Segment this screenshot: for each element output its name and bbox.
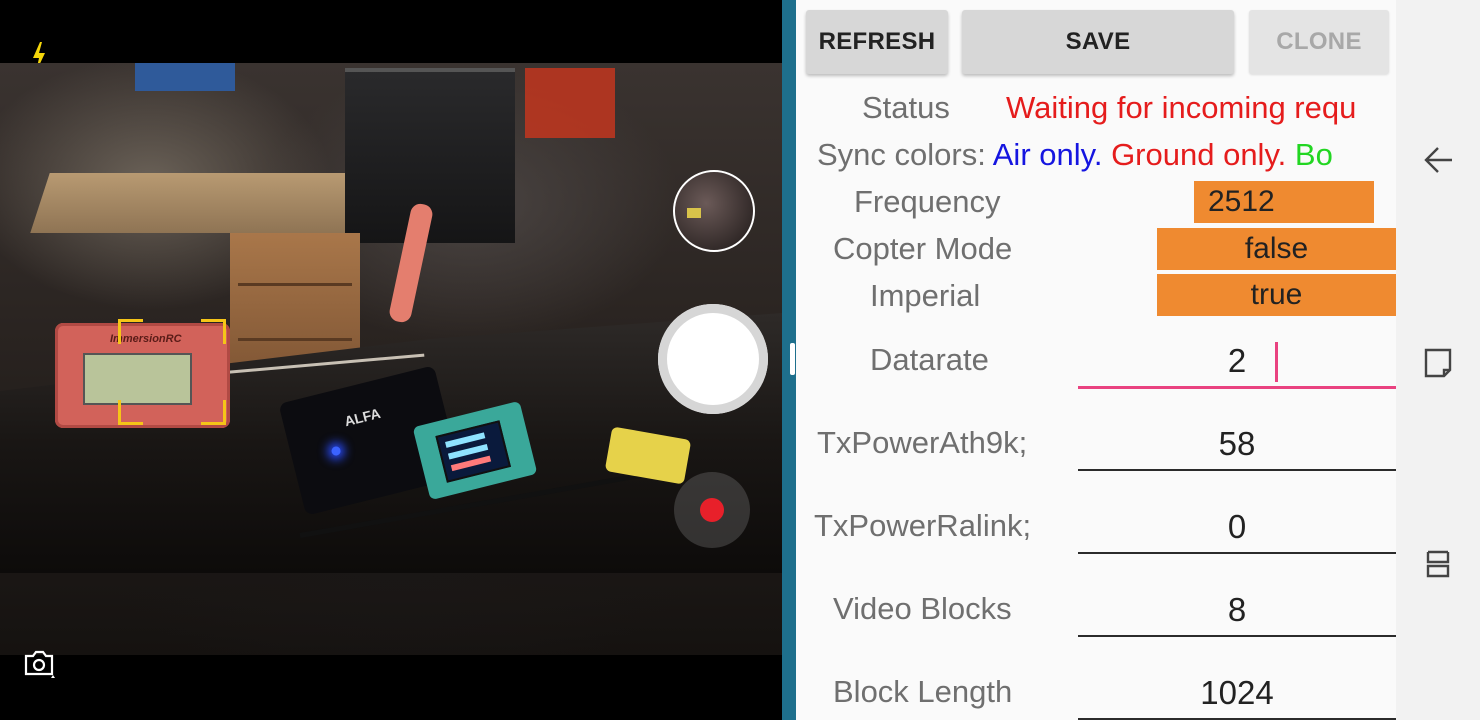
- background-desk: [30, 173, 380, 233]
- datarate-value: 2: [1227, 342, 1247, 379]
- navigation-bar: [1396, 0, 1480, 720]
- video-blocks-input[interactable]: 8: [1078, 585, 1396, 637]
- recent-apps-icon[interactable]: [1420, 344, 1456, 380]
- copter-mode-label: Copter Mode: [833, 231, 1013, 266]
- datarate-label: Datarate: [870, 342, 989, 377]
- sync-colors-line: Sync colors: Air only. Ground only. Bo: [817, 137, 1333, 173]
- divider-handle[interactable]: [790, 343, 795, 375]
- overview-icon[interactable]: [1420, 546, 1456, 582]
- datarate-input[interactable]: 2: [1078, 336, 1396, 389]
- sync-colors-label: Sync colors:: [817, 137, 986, 172]
- adapter-led: [330, 445, 342, 457]
- imperial-label: Imperial: [870, 278, 981, 313]
- gallery-thumbnail[interactable]: [673, 170, 755, 252]
- sync-ground-only: Ground only.: [1111, 137, 1287, 172]
- usb-meter-screen: [435, 420, 512, 483]
- refresh-button[interactable]: REFRESH: [806, 10, 948, 74]
- focus-frame: [118, 319, 226, 425]
- shutter-button[interactable]: [658, 304, 768, 414]
- imperial-value[interactable]: true: [1157, 274, 1396, 316]
- txpower-ath9k-input[interactable]: 58: [1078, 419, 1396, 471]
- txpower-ralink-label: TxPowerRalink;: [814, 508, 1032, 543]
- background-crate: [525, 68, 615, 138]
- camera-pane: ImmersionRC ALFA: [0, 0, 782, 720]
- sync-air-only: Air only.: [992, 137, 1103, 172]
- status-value: Waiting for incoming requ: [1006, 90, 1357, 125]
- txpower-ath9k-label: TxPowerAth9k;: [817, 425, 1028, 460]
- frequency-label: Frequency: [854, 184, 1001, 219]
- clone-button: CLONE: [1249, 10, 1389, 74]
- text-caret: [1275, 342, 1278, 382]
- save-button[interactable]: SAVE: [962, 10, 1234, 74]
- frequency-value[interactable]: 2512: [1194, 181, 1374, 223]
- switch-camera-icon[interactable]: [22, 646, 56, 680]
- record-button[interactable]: [674, 472, 750, 548]
- video-blocks-label: Video Blocks: [833, 591, 1012, 626]
- back-arrow-icon[interactable]: [1420, 142, 1456, 178]
- copter-mode-value[interactable]: false: [1157, 228, 1396, 270]
- background-blue-box: [135, 63, 235, 91]
- adapter-logo: ALFA: [342, 404, 383, 430]
- sync-both: Bo: [1294, 137, 1333, 172]
- settings-app: REFRESH SAVE CLONE Status Waiting for in…: [796, 0, 1396, 720]
- block-length-label: Block Length: [833, 674, 1013, 709]
- txpower-ralink-input[interactable]: 0: [1078, 502, 1396, 554]
- status-label: Status: [862, 90, 950, 125]
- block-length-input[interactable]: 1024: [1078, 668, 1396, 720]
